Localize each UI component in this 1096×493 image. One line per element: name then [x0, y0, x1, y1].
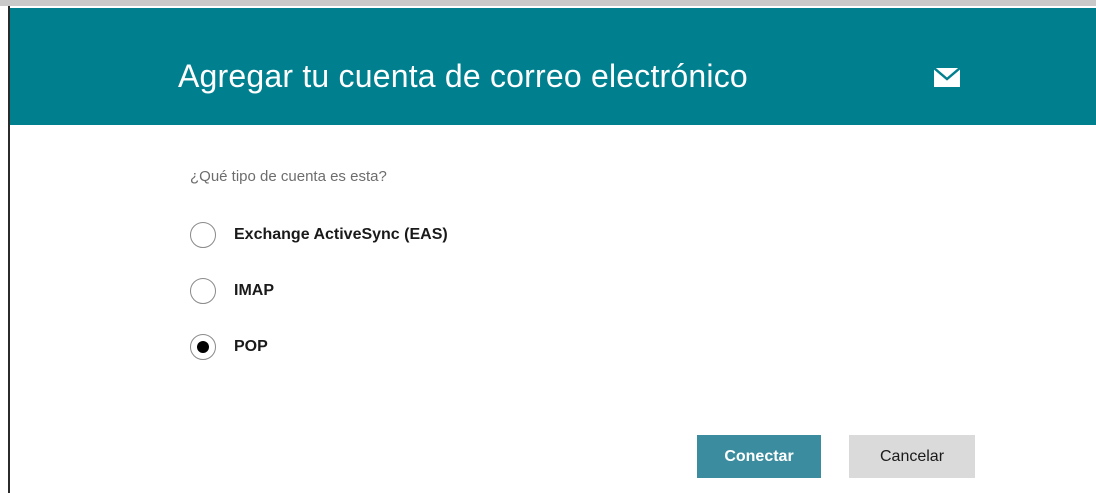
top-strip: [0, 0, 1096, 6]
radio-button-pop[interactable]: [190, 334, 216, 360]
radio-option-eas[interactable]: Exchange ActiveSync (EAS): [190, 221, 448, 249]
radio-option-pop[interactable]: POP: [190, 333, 268, 361]
dialog-title: Agregar tu cuenta de correo electrónico: [178, 58, 748, 94]
radio-button-imap[interactable]: [190, 278, 216, 304]
radio-selected-dot: [197, 341, 209, 353]
cancel-button[interactable]: Cancelar: [849, 435, 975, 478]
option-label-imap: IMAP: [234, 282, 274, 299]
account-type-question: ¿Qué tipo de cuenta es esta?: [190, 168, 387, 185]
connect-button[interactable]: Conectar: [697, 435, 821, 478]
radio-button-eas[interactable]: [190, 222, 216, 248]
envelope-icon: [934, 68, 960, 87]
option-label-eas: Exchange ActiveSync (EAS): [234, 226, 448, 243]
radio-option-imap[interactable]: IMAP: [190, 277, 274, 305]
option-label-pop: POP: [234, 338, 268, 355]
add-email-account-dialog: Agregar tu cuenta de correo electrónico …: [0, 0, 1096, 493]
